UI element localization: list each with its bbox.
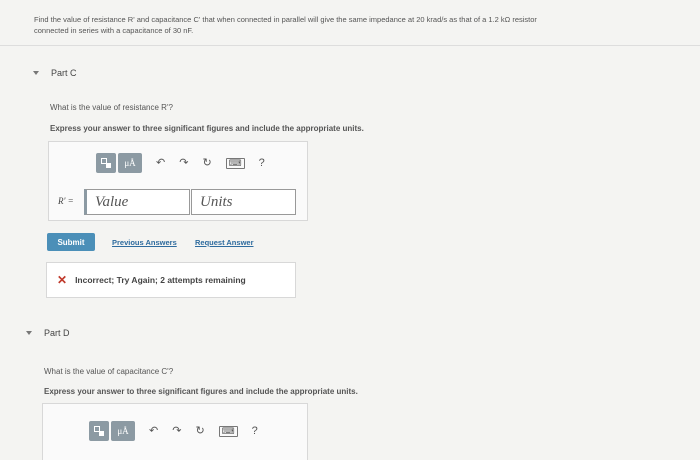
request-answer-link[interactable]: Request Answer <box>195 238 254 247</box>
help-icon[interactable]: ? <box>252 425 258 437</box>
problem-statement: Find the value of resistance R' and capa… <box>34 14 684 36</box>
keyboard-icon[interactable]: ⌨ <box>225 157 245 169</box>
redo-icon[interactable]: ↷ <box>172 425 181 437</box>
part-c-question: What is the value of resistance R'? <box>50 103 173 112</box>
chevron-down-icon <box>33 71 39 75</box>
keyboard-icon[interactable]: ⌨ <box>218 425 238 437</box>
undo-icon[interactable]: ↶ <box>149 425 158 437</box>
x-icon: ✕ <box>57 273 68 287</box>
submit-button[interactable]: Submit <box>47 233 95 251</box>
templates-icon[interactable] <box>96 153 116 173</box>
feedback-text: Incorrect; Try Again; 2 attempts remaini… <box>75 275 246 285</box>
problem-line-2: connected in series with a capacitance o… <box>34 26 194 35</box>
redo-icon[interactable]: ↷ <box>179 157 188 169</box>
part-d-question: What is the value of capacitance C'? <box>44 367 174 376</box>
units-button[interactable]: μÅ <box>118 153 142 173</box>
units-input[interactable]: Units <box>191 189 296 215</box>
templates-icon[interactable] <box>89 421 109 441</box>
part-c-header[interactable]: Part C <box>33 68 77 78</box>
previous-answers-link[interactable]: Previous Answers <box>112 238 177 247</box>
reset-icon[interactable]: ↻ <box>202 157 211 169</box>
problem-line-1: Find the value of resistance R' and capa… <box>34 15 537 24</box>
part-c-title: Part C <box>51 68 77 78</box>
part-d-toolbar: μÅ ↶ ↷ ↻ ⌨ ? <box>89 421 272 441</box>
answer-label: R' = <box>58 196 74 206</box>
part-d-instruction: Express your answer to three significant… <box>44 387 358 396</box>
part-c-toolbar: μÅ ↶ ↷ ↻ ⌨ ? <box>96 153 279 173</box>
reset-icon[interactable]: ↻ <box>195 425 204 437</box>
divider <box>0 45 700 46</box>
chevron-down-icon <box>26 331 32 335</box>
units-button[interactable]: μÅ <box>111 421 135 441</box>
part-d-title: Part D <box>44 328 70 338</box>
feedback-message: ✕ Incorrect; Try Again; 2 attempts remai… <box>46 262 296 298</box>
value-input[interactable]: Value <box>84 189 190 215</box>
part-c-instruction: Express your answer to three significant… <box>50 124 364 133</box>
undo-icon[interactable]: ↶ <box>156 157 165 169</box>
help-icon[interactable]: ? <box>259 157 265 169</box>
part-d-header[interactable]: Part D <box>26 328 70 338</box>
